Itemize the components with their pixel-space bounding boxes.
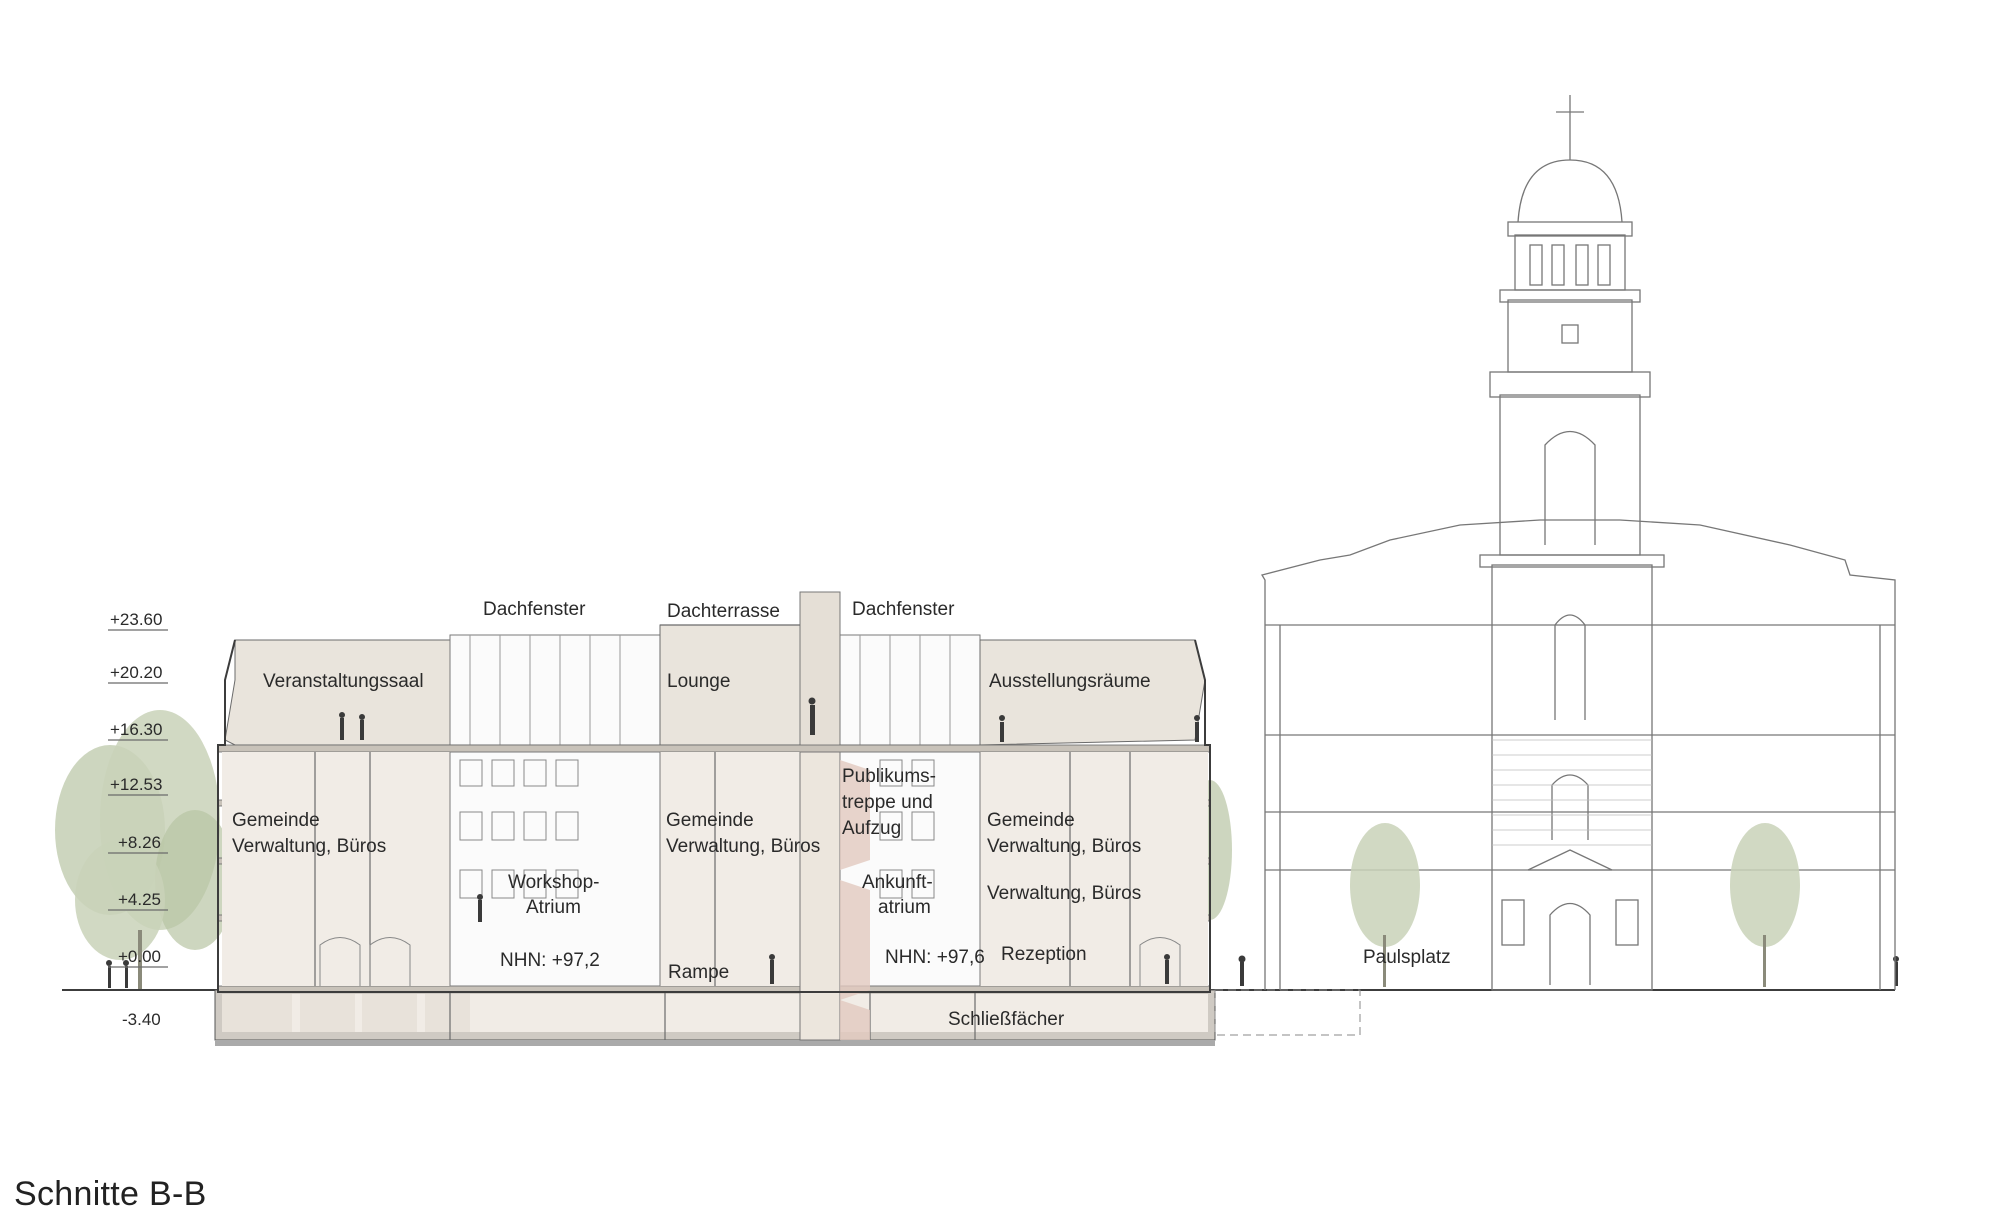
label-schliessfaecher: Schließfächer <box>948 1009 1065 1030</box>
label-ankunft-line2: atrium <box>878 897 931 918</box>
label-veranstaltungssaal: Veranstaltungssaal <box>263 671 424 692</box>
label-gemeinde-left-line2: Verwaltung, Büros <box>232 836 386 857</box>
level-marker: +20.20 <box>108 663 168 684</box>
label-ausstellungsraeume: Ausstellungsräume <box>989 671 1151 692</box>
label-nhn-right: NHN: +97,6 <box>885 947 985 968</box>
level-marker: +16.30 <box>108 720 168 741</box>
label-dachterrasse: Dachterrasse <box>667 601 780 622</box>
label-gemeinde-left-line1: Gemeinde <box>232 810 320 831</box>
level-marker: -3.40 <box>122 1010 161 1029</box>
label-gemeinde-mid-line1: Gemeinde <box>666 810 754 831</box>
label-dachfenster-right: Dachfenster <box>852 599 955 620</box>
label-gemeinde-right-line1: Gemeinde <box>987 810 1075 831</box>
level-marker: +23.60 <box>108 610 168 631</box>
label-publikums-line2: treppe und <box>842 792 933 813</box>
level-label: +12.53 <box>110 775 162 794</box>
drawing-caption: Schnitte B-B <box>14 1175 207 1213</box>
label-nhn-left: NHN: +97,2 <box>500 950 600 971</box>
label-gemeinde-mid-line2: Verwaltung, Büros <box>666 836 820 857</box>
level-label: +8.26 <box>118 833 161 852</box>
level-label: +16.30 <box>110 720 162 739</box>
label-dachfenster-left: Dachfenster <box>483 599 586 620</box>
label-ankunft-line1: Ankunft- <box>862 872 933 893</box>
level-label: +20.20 <box>110 663 162 682</box>
label-publikums-line1: Publikums- <box>842 766 936 787</box>
label-rezeption: Rezeption <box>1001 944 1087 965</box>
level-label: +0.00 <box>118 947 161 966</box>
label-workshop-line1: Workshop- <box>508 872 600 893</box>
level-label: +23.60 <box>110 610 162 629</box>
level-label: -3.40 <box>122 1010 161 1029</box>
label-workshop-line2: Atrium <box>526 897 581 918</box>
basement <box>214 989 1361 1046</box>
label-publikums-line3: Aufzug <box>842 818 901 839</box>
section-drawing: +23.60 +20.20 +16.30 +12.53 +8.26 +4.25 … <box>55 95 1899 1046</box>
label-gemeinde-right-line2: Verwaltung, Büros <box>987 836 1141 857</box>
label-lounge: Lounge <box>667 671 730 692</box>
label-verwaltung-right: Verwaltung, Büros <box>987 883 1141 904</box>
level-label: +4.25 <box>118 890 161 909</box>
level-marker: +12.53 <box>108 775 168 796</box>
label-rampe: Rampe <box>668 962 729 983</box>
label-paulsplatz: Paulsplatz <box>1363 947 1451 968</box>
